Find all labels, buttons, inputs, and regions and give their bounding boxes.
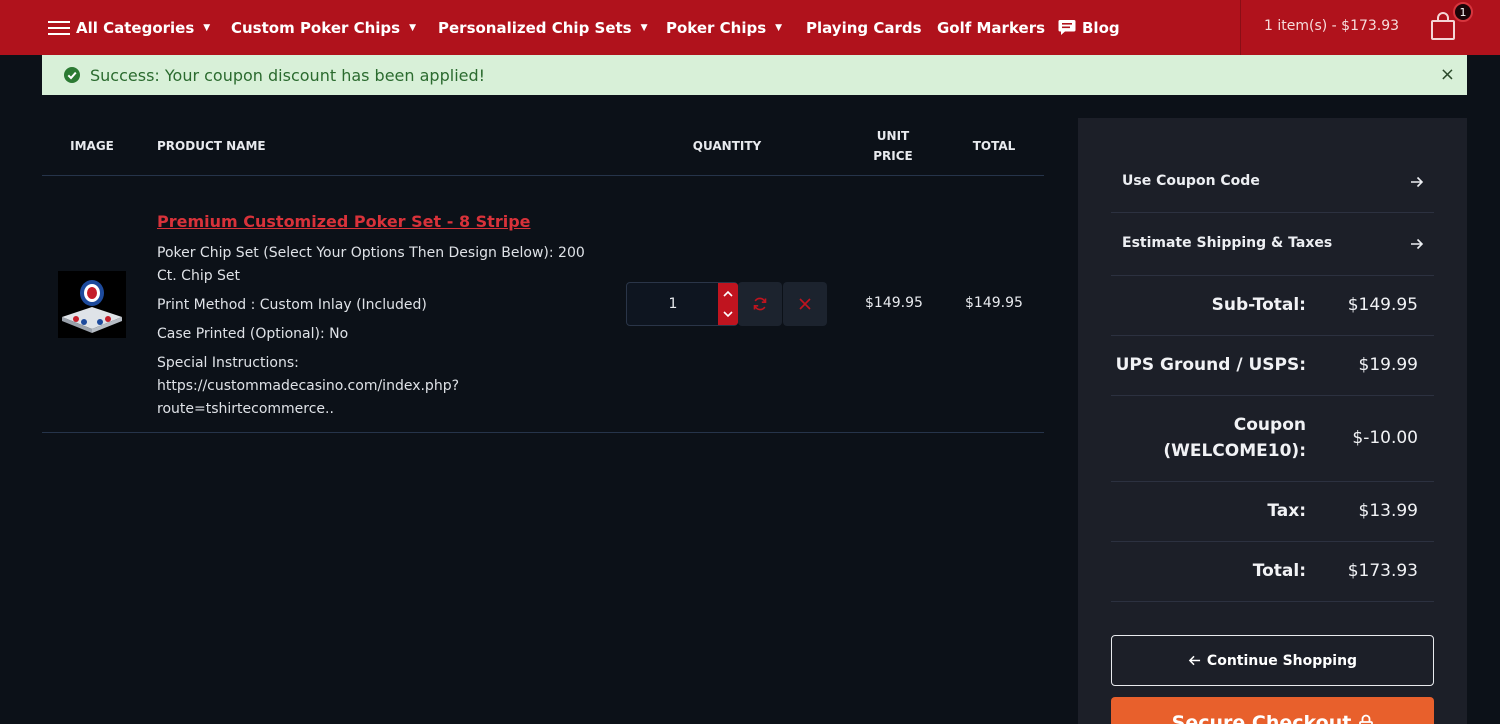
subtotal-row: Sub-Total: $149.95 xyxy=(1111,276,1434,336)
tax-row: Tax: $13.99 xyxy=(1111,482,1434,542)
arrow-right-icon xyxy=(1411,238,1424,250)
coupon-label-line-1: Coupon xyxy=(1233,415,1306,435)
nav-all-categories-label: All Categories xyxy=(76,18,195,37)
use-coupon-code-label: Use Coupon Code xyxy=(1122,173,1260,189)
success-alert: Success: Your coupon discount has been a… xyxy=(42,55,1467,95)
header-unit-price: UNIT PRICE xyxy=(853,126,933,166)
secure-checkout-label: Secure Checkout xyxy=(1171,711,1352,724)
estimate-shipping-link[interactable]: Estimate Shipping & Taxes xyxy=(1111,213,1434,276)
option-chip-set: Poker Chip Set (Select Your Options Then… xyxy=(157,242,602,288)
chevron-down-icon: ▼ xyxy=(203,22,211,33)
check-circle-icon xyxy=(64,67,80,83)
option-print-method: Print Method : Custom Inlay (Included) xyxy=(157,297,427,313)
chevron-down-icon xyxy=(723,311,733,318)
unit-price: $149.95 xyxy=(865,295,923,311)
comment-icon xyxy=(1058,20,1076,35)
header-total: TOTAL xyxy=(972,139,1016,153)
coupon-label: Coupon (WELCOME10): xyxy=(1163,412,1306,464)
option-chip-set-line-1: Poker Chip Set (Select Your Options Then… xyxy=(157,245,585,261)
table-divider xyxy=(42,175,1044,176)
top-navigation: All Categories ▼ Custom Poker Chips ▼ Pe… xyxy=(0,0,1500,55)
shipping-label: UPS Ground / USPS: xyxy=(1115,355,1306,375)
lock-icon xyxy=(1359,714,1374,724)
coupon-value: $-10.00 xyxy=(1352,428,1418,448)
hamburger-icon xyxy=(48,20,70,35)
option-special-instructions-line-1: Special Instructions: https://custommade… xyxy=(157,355,460,394)
header-unit-price-line-2: PRICE xyxy=(873,149,913,163)
update-quantity-button[interactable] xyxy=(738,282,782,326)
total-label: Total: xyxy=(1252,561,1306,581)
nav-custom-poker-chips[interactable]: Custom Poker Chips ▼ xyxy=(231,0,416,55)
table-divider xyxy=(42,432,1044,433)
subtotal-value: $149.95 xyxy=(1347,295,1418,315)
header-cart[interactable]: 1 item(s) - $173.93 1 xyxy=(1240,0,1500,55)
alert-message: Success: Your coupon discount has been a… xyxy=(90,65,486,85)
option-special-instructions: Special Instructions: https://custommade… xyxy=(157,352,602,421)
subtotal-label: Sub-Total: xyxy=(1211,295,1306,315)
nav-playing-cards[interactable]: Playing Cards xyxy=(806,0,922,55)
nav-custom-poker-chips-label: Custom Poker Chips xyxy=(231,18,401,37)
nav-golf-markers-label: Golf Markers xyxy=(937,18,1046,37)
nav-personalized-chip-sets-label: Personalized Chip Sets xyxy=(438,18,632,37)
coupon-label-line-2: (WELCOME10): xyxy=(1163,441,1306,461)
cart-summary[interactable]: 1 item(s) - $173.93 xyxy=(1264,18,1399,34)
header-quantity: QUANTITY xyxy=(692,139,762,153)
total-value: $173.93 xyxy=(1347,561,1418,581)
estimate-shipping-label: Estimate Shipping & Taxes xyxy=(1122,235,1333,251)
nav-playing-cards-label: Playing Cards xyxy=(806,18,922,37)
total-row: Total: $173.93 xyxy=(1111,542,1434,602)
remove-item-button[interactable] xyxy=(783,282,827,326)
tax-label: Tax: xyxy=(1267,501,1306,521)
nav-golf-markers[interactable]: Golf Markers xyxy=(937,0,1045,55)
product-thumbnail[interactable] xyxy=(58,271,126,338)
nav-personalized-chip-sets[interactable]: Personalized Chip Sets ▼ xyxy=(438,0,648,55)
header-product-name: PRODUCT NAME xyxy=(157,139,266,153)
option-special-instructions-line-2: route=tshirtecommerce.. xyxy=(157,401,334,417)
chevron-down-icon: ▼ xyxy=(775,22,783,33)
nav-poker-chips-label: Poker Chips xyxy=(666,18,767,37)
chevron-down-icon: ▼ xyxy=(640,22,648,33)
chevron-down-icon: ▼ xyxy=(409,22,417,33)
shipping-value: $19.99 xyxy=(1358,355,1418,375)
coupon-row: Coupon (WELCOME10): $-10.00 xyxy=(1111,396,1434,482)
quantity-increase-button[interactable] xyxy=(718,283,738,304)
shopping-bag-icon[interactable] xyxy=(1430,11,1456,41)
option-chip-set-line-2: Ct. Chip Set xyxy=(157,268,241,284)
secure-checkout-button[interactable]: Secure Checkout xyxy=(1111,697,1434,724)
header-unit-price-line-1: UNIT xyxy=(876,129,910,143)
nav-blog-label: Blog xyxy=(1082,18,1120,37)
arrow-right-icon xyxy=(1411,176,1424,188)
quantity-decrease-button[interactable] xyxy=(718,304,738,325)
close-icon[interactable]: × xyxy=(1440,64,1455,85)
product-name-link[interactable]: Premium Customized Poker Set - 8 Stripe xyxy=(157,212,531,231)
shipping-row: UPS Ground / USPS: $19.99 xyxy=(1111,336,1434,396)
cart-count-badge: 1 xyxy=(1453,2,1473,22)
close-icon xyxy=(799,298,811,310)
refresh-icon xyxy=(753,297,767,311)
continue-shopping-label: Continue Shopping xyxy=(1206,652,1358,669)
chevron-up-icon xyxy=(723,290,733,297)
nav-all-categories[interactable]: All Categories ▼ xyxy=(48,0,210,55)
continue-shopping-button[interactable]: Continue Shopping xyxy=(1111,635,1434,686)
order-summary-sidebar: Use Coupon Code Estimate Shipping & Taxe… xyxy=(1078,118,1467,724)
arrow-left-icon xyxy=(1188,655,1200,666)
quantity-stepper xyxy=(626,282,738,326)
use-coupon-code-link[interactable]: Use Coupon Code xyxy=(1111,150,1434,213)
nav-poker-chips[interactable]: Poker Chips ▼ xyxy=(666,0,782,55)
nav-blog[interactable]: Blog xyxy=(1058,0,1120,55)
line-total: $149.95 xyxy=(965,295,1023,311)
quantity-input[interactable] xyxy=(628,284,718,324)
header-image: IMAGE xyxy=(70,139,114,153)
option-case-printed: Case Printed (Optional): No xyxy=(157,326,349,342)
tax-value: $13.99 xyxy=(1358,501,1418,521)
